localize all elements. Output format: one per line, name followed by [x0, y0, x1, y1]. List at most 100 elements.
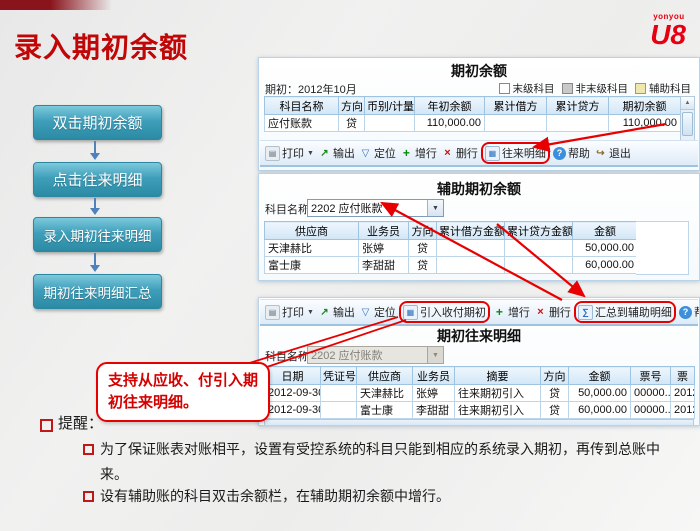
cell-vendor[interactable]: 富士康: [265, 257, 359, 274]
cell-currency[interactable]: [365, 115, 415, 132]
col-header[interactable]: 科目名称: [265, 97, 339, 115]
cell-direction[interactable]: 贷: [409, 257, 437, 274]
cell-bill-date[interactable]: 2012: [671, 385, 695, 402]
col-header[interactable]: 累计借方金额: [437, 222, 505, 240]
cell-voucher-no[interactable]: [321, 385, 357, 402]
cell-salesperson[interactable]: 张婷: [359, 240, 409, 257]
cell-accum-debit[interactable]: [437, 240, 505, 257]
delete-row-button[interactable]: ×删行: [532, 303, 573, 321]
cell-amount[interactable]: 60,000.00: [573, 257, 638, 274]
cell-date[interactable]: 2012-09-30: [265, 402, 321, 419]
col-header[interactable]: 凭证号: [321, 367, 357, 385]
button-label: 增行: [508, 304, 530, 320]
col-header[interactable]: 票: [671, 367, 695, 385]
col-header[interactable]: 期初余额: [609, 97, 681, 115]
callout-bubble: 支持从应收、付引入期初往来明细。: [96, 362, 270, 422]
cell-accum-debit[interactable]: [437, 257, 505, 274]
import-receivable-payable-button[interactable]: ▦引入收付期初: [401, 303, 488, 321]
cell-salesperson[interactable]: 李甜甜: [359, 257, 409, 274]
button-label: 输出: [333, 145, 355, 161]
col-header[interactable]: 方向: [339, 97, 365, 115]
cell-amount[interactable]: 60,000.00: [569, 402, 631, 419]
summarize-to-aux-button[interactable]: ∑汇总到辅助明细: [576, 303, 674, 321]
col-header[interactable]: 累计借方: [485, 97, 547, 115]
export-button[interactable]: ↗输出: [316, 303, 357, 321]
add-row-button[interactable]: +增行: [398, 144, 439, 162]
cell-accum-credit[interactable]: [505, 240, 573, 257]
export-button[interactable]: ↗输出: [316, 144, 357, 162]
cell-salesperson[interactable]: 李甜甜: [413, 402, 455, 419]
page-title: 录入期初余额: [14, 26, 188, 66]
cell-bill-no[interactable]: 00000...: [631, 402, 671, 419]
cell-bill-no[interactable]: 00000...: [631, 385, 671, 402]
col-header[interactable]: 金额: [569, 367, 631, 385]
print-button[interactable]: ▤打印▼: [263, 144, 316, 162]
cell-accum-debit[interactable]: [485, 115, 547, 132]
col-header[interactable]: 日期: [265, 367, 321, 385]
table-row[interactable]: 2012-09-30 天津赫比 张婷 往来期初引入 贷 50,000.00 00…: [265, 385, 695, 402]
cell-opening-balance[interactable]: 110,000.00: [609, 115, 681, 132]
cell-summary[interactable]: 往来期初引入: [455, 385, 541, 402]
cell-bill-date[interactable]: 2012: [671, 402, 695, 419]
add-row-button[interactable]: +增行: [491, 303, 532, 321]
col-header[interactable]: 摘要: [455, 367, 541, 385]
col-header[interactable]: 方向: [409, 222, 437, 240]
cell-direction[interactable]: 贷: [541, 402, 569, 419]
cell-direction[interactable]: 贷: [541, 385, 569, 402]
table-row[interactable]: 2012-09-30 富士康 李甜甜 往来期初引入 贷 60,000.00 00…: [265, 402, 695, 419]
flow-arrow-icon: [94, 253, 96, 270]
nonleaf-subject-swatch: [562, 83, 573, 94]
cell-direction[interactable]: 贷: [339, 115, 365, 132]
col-header[interactable]: 金额: [573, 222, 638, 240]
cell-subject[interactable]: 应付账款: [265, 115, 339, 132]
export-icon: ↗: [318, 147, 331, 160]
cell-vendor[interactable]: 富士康: [357, 402, 413, 419]
cell-year-begin[interactable]: 110,000.00: [415, 115, 485, 132]
table-row[interactable]: 富士康 李甜甜 贷 60,000.00: [265, 257, 638, 274]
col-header[interactable]: 供应商: [265, 222, 359, 240]
aux-balance-table: 供应商 业务员 方向 累计借方金额 累计贷方金额 金额 天津赫比 张婷 贷 50…: [264, 221, 638, 274]
cell-accum-credit[interactable]: [505, 257, 573, 274]
col-header[interactable]: 业务员: [359, 222, 409, 240]
filter-icon: ▽: [359, 306, 372, 319]
cell-vendor[interactable]: 天津赫比: [357, 385, 413, 402]
table-header-row: 日期 凭证号 供应商 业务员 摘要 方向 金额 票号 票: [265, 367, 695, 385]
scroll-up-icon[interactable]: ▲: [681, 97, 694, 110]
scrollbar-thumb[interactable]: [682, 112, 693, 136]
button-label: 打印: [282, 145, 304, 161]
cell-amount[interactable]: 50,000.00: [573, 240, 638, 257]
print-button[interactable]: ▤打印▼: [263, 303, 316, 321]
help-button[interactable]: ?帮助: [551, 144, 592, 162]
help-button[interactable]: ?帮助: [677, 303, 700, 321]
cell-vendor[interactable]: 天津赫比: [265, 240, 359, 257]
horizontal-scrollbar[interactable]: [264, 419, 694, 426]
col-header[interactable]: 累计贷方: [547, 97, 609, 115]
col-header[interactable]: 累计贷方金额: [505, 222, 573, 240]
cell-salesperson[interactable]: 张婷: [413, 385, 455, 402]
cell-direction[interactable]: 贷: [409, 240, 437, 257]
col-header[interactable]: 币别/计量: [365, 97, 415, 115]
locate-button[interactable]: ▽定位: [357, 303, 398, 321]
dropdown-arrow-icon[interactable]: ▼: [427, 200, 443, 216]
col-header[interactable]: 年初余额: [415, 97, 485, 115]
table-row[interactable]: 应付账款 贷 110,000.00 110,000.00: [265, 115, 681, 132]
locate-button[interactable]: ▽定位: [357, 144, 398, 162]
subject-dropdown-disabled: 2202 应付账款 ▼: [307, 346, 444, 364]
col-header[interactable]: 票号: [631, 367, 671, 385]
cell-accum-credit[interactable]: [547, 115, 609, 132]
exit-button[interactable]: ↪退出: [592, 144, 633, 162]
table-row[interactable]: 天津赫比 张婷 贷 50,000.00: [265, 240, 638, 257]
caret-down-icon: ▼: [307, 150, 314, 157]
delete-row-button[interactable]: ×删行: [439, 144, 480, 162]
col-header[interactable]: 供应商: [357, 367, 413, 385]
cell-voucher-no[interactable]: [321, 402, 357, 419]
cell-summary[interactable]: 往来期初引入: [455, 402, 541, 419]
subject-dropdown[interactable]: 2202 应付账款 ▼: [307, 199, 444, 217]
transaction-detail-button[interactable]: ▦往来明细: [483, 144, 548, 162]
col-header[interactable]: 业务员: [413, 367, 455, 385]
col-header[interactable]: 方向: [541, 367, 569, 385]
opening-detail-table: 日期 凭证号 供应商 业务员 摘要 方向 金额 票号 票 2012-09-30 …: [264, 366, 695, 419]
cell-amount[interactable]: 50,000.00: [569, 385, 631, 402]
cell-date[interactable]: 2012-09-30: [265, 385, 321, 402]
corner-accent: [0, 0, 112, 10]
